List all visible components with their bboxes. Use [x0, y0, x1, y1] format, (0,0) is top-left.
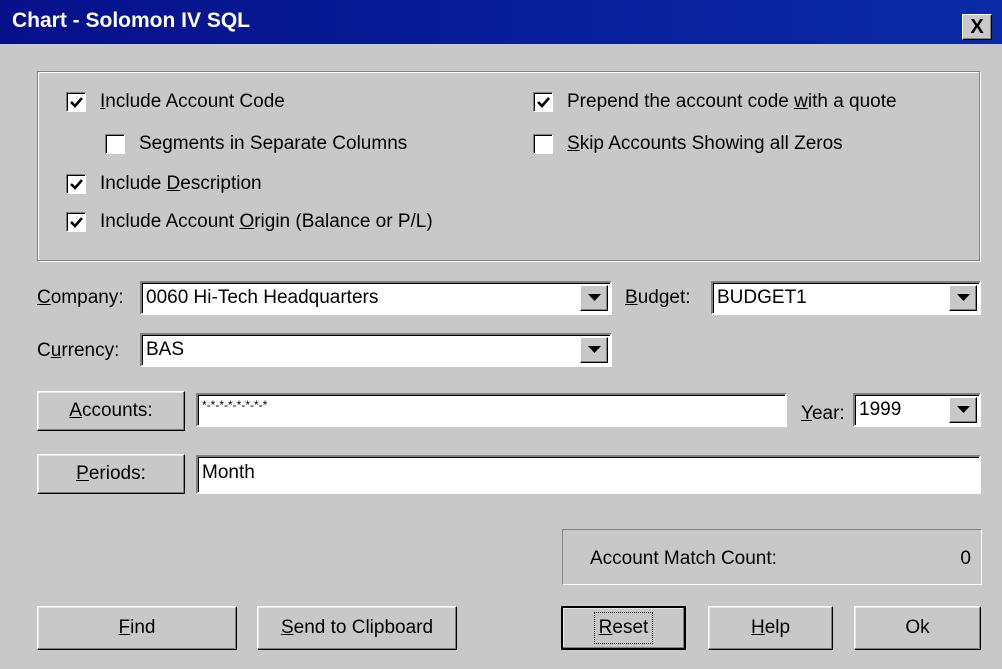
- find-button[interactable]: Find: [37, 606, 237, 650]
- year-select[interactable]: 1999: [853, 393, 981, 427]
- checkbox-box: [533, 92, 553, 112]
- checkbox-label: Include Description: [100, 173, 262, 194]
- budget-label: Budget:: [625, 287, 691, 308]
- currency-select[interactable]: BAS: [140, 333, 612, 367]
- account-match-count: 0: [960, 548, 971, 569]
- checkbox-label: Include Account Code: [100, 91, 285, 112]
- checkbox-box: [66, 174, 86, 194]
- currency-dropdown-button[interactable]: [580, 337, 608, 363]
- reset-button-label: Reset: [593, 612, 654, 644]
- title-bar: Chart - Solomon IV SQL X: [0, 0, 1002, 44]
- ok-button[interactable]: Ok: [854, 606, 981, 650]
- prepend-quote-checkbox[interactable]: Prepend the account code with a quote: [533, 91, 897, 113]
- currency-label: Currency:: [37, 340, 120, 361]
- company-select[interactable]: 0060 Hi-Tech Headquarters: [140, 281, 612, 315]
- window-title: Chart - Solomon IV SQL: [12, 9, 251, 32]
- ok-button-label: Ok: [905, 617, 930, 638]
- chevron-down-icon: [956, 406, 970, 413]
- year-dropdown-button[interactable]: [949, 397, 977, 423]
- include-account-code-checkbox[interactable]: Include Account Code: [66, 91, 285, 113]
- help-button[interactable]: Help: [708, 606, 833, 650]
- periods-button-label: Periods:: [76, 463, 146, 484]
- send-to-clipboard-button[interactable]: Send to Clipboard: [257, 606, 457, 650]
- chevron-down-icon: [956, 294, 970, 301]
- checkbox-label: Segments in Separate Columns: [139, 133, 408, 154]
- budget-dropdown-button[interactable]: [949, 285, 977, 311]
- company-value: 0060 Hi-Tech Headquarters: [146, 287, 379, 308]
- check-icon: [69, 216, 83, 228]
- account-match-panel: Account Match Count: 0: [562, 529, 982, 585]
- accounts-button[interactable]: Accounts:: [37, 391, 185, 431]
- chevron-down-icon: [587, 294, 601, 301]
- budget-select[interactable]: BUDGET1: [711, 281, 981, 315]
- year-value: 1999: [859, 399, 902, 420]
- year-label: Year:: [801, 403, 845, 424]
- find-button-label: Find: [118, 617, 156, 638]
- company-label: Company:: [37, 287, 124, 308]
- close-icon: X: [970, 16, 984, 38]
- chart-dialog: Chart - Solomon IV SQL X Include Account…: [0, 0, 1002, 669]
- checkbox-label: Prepend the account code with a quote: [567, 91, 897, 112]
- accounts-button-label: Accounts:: [69, 400, 153, 421]
- periods-input[interactable]: Month: [196, 455, 981, 494]
- checkbox-box: [533, 134, 553, 154]
- chevron-down-icon: [587, 346, 601, 353]
- include-description-checkbox[interactable]: Include Description: [66, 173, 262, 195]
- budget-value: BUDGET1: [717, 287, 807, 308]
- company-dropdown-button[interactable]: [580, 285, 608, 311]
- accounts-input[interactable]: *-*-*-*-*-*-*-*: [196, 393, 787, 427]
- check-icon: [536, 96, 550, 108]
- send-to-clipboard-button-label: Send to Clipboard: [280, 617, 434, 638]
- periods-value: Month: [202, 462, 255, 483]
- reset-button[interactable]: Reset: [561, 606, 686, 650]
- checkbox-box: [105, 134, 125, 154]
- close-button[interactable]: X: [962, 14, 992, 40]
- account-match-label: Account Match Count:: [590, 548, 777, 569]
- check-icon: [69, 96, 83, 108]
- accounts-value: *-*-*-*-*-*-*-*: [202, 398, 268, 412]
- checkbox-label: Include Account Origin (Balance or P/L): [100, 211, 433, 232]
- include-origin-checkbox[interactable]: Include Account Origin (Balance or P/L): [66, 211, 433, 233]
- skip-zeros-checkbox[interactable]: Skip Accounts Showing all Zeros: [533, 133, 843, 155]
- currency-value: BAS: [146, 339, 185, 360]
- checkbox-box: [66, 92, 86, 112]
- checkbox-box: [66, 212, 86, 232]
- check-icon: [69, 178, 83, 190]
- checkbox-label: Skip Accounts Showing all Zeros: [567, 133, 843, 154]
- periods-button[interactable]: Periods:: [37, 454, 185, 494]
- help-button-label: Help: [750, 617, 791, 638]
- segments-separate-checkbox[interactable]: Segments in Separate Columns: [105, 133, 407, 155]
